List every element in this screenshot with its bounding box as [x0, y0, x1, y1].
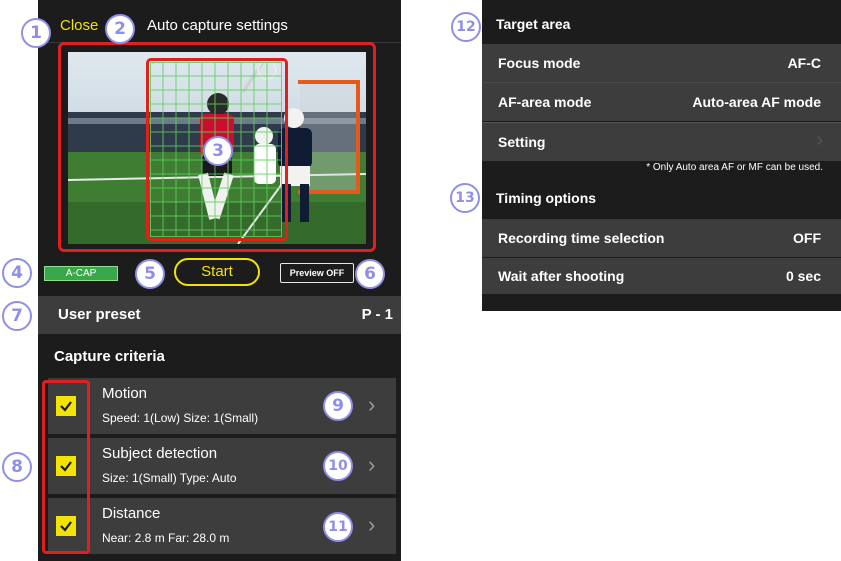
checkbox-column-highlight	[42, 380, 90, 554]
capture-criteria-heading: Capture criteria	[54, 348, 165, 365]
user-preset-row[interactable]: User preset P - 1	[38, 296, 401, 334]
af-note: * Only Auto area AF or MF can be used.	[646, 162, 823, 173]
setting-row[interactable]: Setting ›	[482, 122, 841, 161]
callout-2: 2	[105, 14, 135, 44]
callout-1: 1	[21, 18, 51, 48]
user-preset-value: P - 1	[361, 306, 393, 323]
wait-after-shooting-label: Wait after shooting	[498, 268, 625, 284]
preview-toggle-button[interactable]: Preview OFF	[280, 263, 354, 283]
callout-11: 11	[323, 512, 353, 542]
criteria-title: Distance	[102, 505, 161, 522]
af-area-mode-row[interactable]: AF-area mode Auto-area AF mode	[482, 82, 841, 121]
callout-4: 4	[2, 258, 32, 288]
callout-5: 5	[135, 259, 165, 289]
criteria-detail: Size: 1(Small) Type: Auto	[102, 471, 237, 485]
af-area-mode-label: AF-area mode	[498, 94, 592, 110]
wait-after-shooting-row[interactable]: Wait after shooting 0 sec	[482, 258, 841, 294]
callout-12: 12	[451, 12, 481, 42]
recording-time-value: OFF	[793, 230, 821, 246]
callout-7: 7	[2, 301, 32, 331]
chevron-right-icon: ›	[368, 452, 376, 477]
focus-mode-row[interactable]: Focus mode AF-C	[482, 44, 841, 82]
criteria-title: Motion	[102, 385, 148, 402]
criteria-title: Subject detection	[102, 445, 218, 462]
focus-mode-label: Focus mode	[498, 55, 581, 71]
callout-8: 8	[2, 452, 32, 482]
af-area-mode-value: Auto-area AF mode	[692, 94, 821, 110]
callout-9: 9	[323, 391, 353, 421]
setting-label: Setting	[498, 134, 546, 150]
timing-options-heading: Timing options	[496, 190, 597, 206]
acap-badge: A-CAP	[44, 266, 118, 281]
start-button[interactable]: Start	[174, 258, 260, 286]
focus-mode-value: AF-C	[787, 55, 821, 71]
target-area-screen: Target area Focus mode AF-C AF-area mode…	[482, 0, 841, 311]
recording-time-row[interactable]: Recording time selection OFF	[482, 219, 841, 257]
chevron-right-icon: ›	[816, 129, 823, 151]
callout-13: 13	[450, 183, 480, 213]
recording-time-label: Recording time selection	[498, 230, 665, 246]
criteria-detail: Speed: 1(Low) Size: 1(Small)	[102, 411, 259, 425]
wait-after-shooting-value: 0 sec	[785, 268, 821, 284]
target-area-heading: Target area	[496, 16, 571, 32]
callout-6: 6	[355, 259, 385, 289]
user-preset-label: User preset	[58, 306, 141, 323]
close-button[interactable]: Close	[60, 17, 98, 34]
screen-title: Auto capture settings	[147, 17, 288, 34]
callout-3: 3	[203, 136, 233, 166]
criteria-detail: Near: 2.8 m Far: 28.0 m	[102, 531, 230, 545]
chevron-right-icon: ›	[368, 392, 376, 417]
callout-10: 10	[323, 451, 353, 481]
chevron-right-icon: ›	[368, 512, 376, 537]
